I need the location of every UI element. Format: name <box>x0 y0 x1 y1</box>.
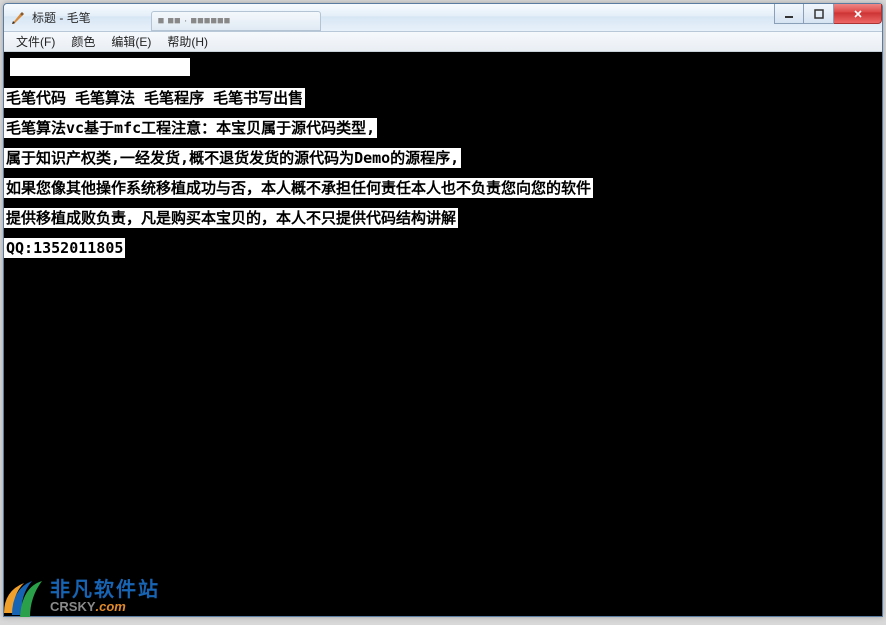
background-tab: ■ ■■ · ■■■■■■ <box>151 11 321 31</box>
app-icon <box>10 10 26 26</box>
close-icon <box>853 9 863 19</box>
content-line: 属于知识产权类,一经发货,概不退货发货的源代码为Demo的源程序, <box>4 148 461 168</box>
menu-help[interactable]: 帮助(H) <box>159 32 216 51</box>
menu-color[interactable]: 颜色 <box>63 32 103 51</box>
maximize-icon <box>814 9 824 19</box>
window-controls <box>774 4 882 24</box>
minimize-button[interactable] <box>774 4 804 24</box>
content-line: 提供移植成败负责，凡是购买本宝贝的，本人不只提供代码结构讲解 <box>4 208 458 228</box>
canvas-area[interactable]: 毛笔代码 毛笔算法 毛笔程序 毛笔书写出售 毛笔算法vc基于mfc工程注意：本宝… <box>4 52 882 616</box>
blank-strip <box>10 58 190 76</box>
menu-file[interactable]: 文件(F) <box>8 32 63 51</box>
titlebar[interactable]: 标题 - 毛笔 ■ ■■ · ■■■■■■ <box>4 4 882 32</box>
maximize-button[interactable] <box>804 4 834 24</box>
menubar: 文件(F) 颜色 编辑(E) 帮助(H) <box>4 32 882 52</box>
content-line: 毛笔代码 毛笔算法 毛笔程序 毛笔书写出售 <box>4 88 305 108</box>
close-button[interactable] <box>834 4 882 24</box>
app-window: 标题 - 毛笔 ■ ■■ · ■■■■■■ 文件(F) 颜色 编辑(E) 帮助(… <box>3 3 883 617</box>
window-title: 标题 - 毛笔 <box>32 9 91 26</box>
minimize-icon <box>784 9 794 19</box>
content-line: QQ:1352011805 <box>4 238 125 258</box>
content-line: 如果您像其他操作系统移植成功与否，本人概不承担任何责任本人也不负责您向您的软件 <box>4 178 593 198</box>
content-line: 毛笔算法vc基于mfc工程注意：本宝贝属于源代码类型, <box>4 118 377 138</box>
menu-edit[interactable]: 编辑(E) <box>103 32 159 51</box>
